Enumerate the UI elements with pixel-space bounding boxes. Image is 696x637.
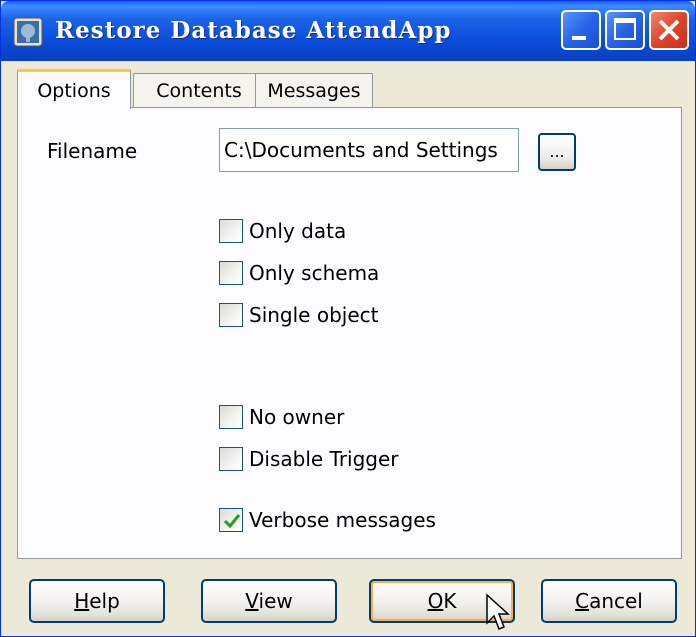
elephant-app-icon [13,17,43,47]
view-label: iew [258,589,293,613]
title-bar[interactable]: Restore Database AttendApp [1,1,695,61]
minimize-button[interactable] [561,10,601,50]
tab-contents[interactable]: Contents [133,73,265,107]
view-accelerator: V [245,589,259,613]
single-object-label: Single object [249,303,379,327]
close-icon [658,19,680,41]
checkbox-box[interactable] [219,405,243,429]
filename-label: Filename [47,139,138,163]
tab-messages[interactable]: Messages [255,73,373,107]
filename-input[interactable]: C:\Documents and Settings [219,128,519,172]
close-button[interactable] [649,10,689,50]
options-panel [17,107,682,559]
tab-contents-label: Contents [156,80,242,102]
cancel-label: ancel [589,589,643,613]
no-owner-label: No owner [249,405,345,429]
tab-messages-label: Messages [267,80,361,102]
filename-value: C:\Documents and Settings [224,138,498,162]
checkmark-icon [223,514,241,529]
help-label: elp [89,589,120,613]
help-button[interactable]: Help [29,579,165,623]
cancel-button[interactable]: Cancel [541,579,677,623]
checkbox-box[interactable] [219,303,243,327]
ok-accelerator: O [427,589,444,613]
tab-options[interactable]: Options [17,69,131,109]
disable-trigger-label: Disable Trigger [249,447,399,471]
restore-database-dialog: Restore Database AttendApp Options Conte… [0,0,696,637]
checkbox-box[interactable] [219,219,243,243]
browse-button[interactable]: ... [538,133,576,171]
checkbox-box[interactable] [219,261,243,285]
tab-options-label: Options [37,80,111,102]
mouse-pointer-icon [486,593,510,630]
help-accelerator: H [74,589,90,613]
checkbox-box[interactable] [219,508,243,532]
only-schema-label: Only schema [249,261,380,285]
ok-label: K [443,589,457,613]
browse-label: ... [549,142,565,161]
minimize-icon [572,36,586,40]
only-data-label: Only data [249,219,347,243]
view-button[interactable]: View [201,579,337,623]
cancel-accelerator: C [575,589,590,613]
verbose-messages-label: Verbose messages [249,508,436,532]
maximize-icon [614,18,636,40]
window-title: Restore Database AttendApp [55,17,452,44]
maximize-button[interactable] [605,10,645,50]
checkbox-box[interactable] [219,447,243,471]
